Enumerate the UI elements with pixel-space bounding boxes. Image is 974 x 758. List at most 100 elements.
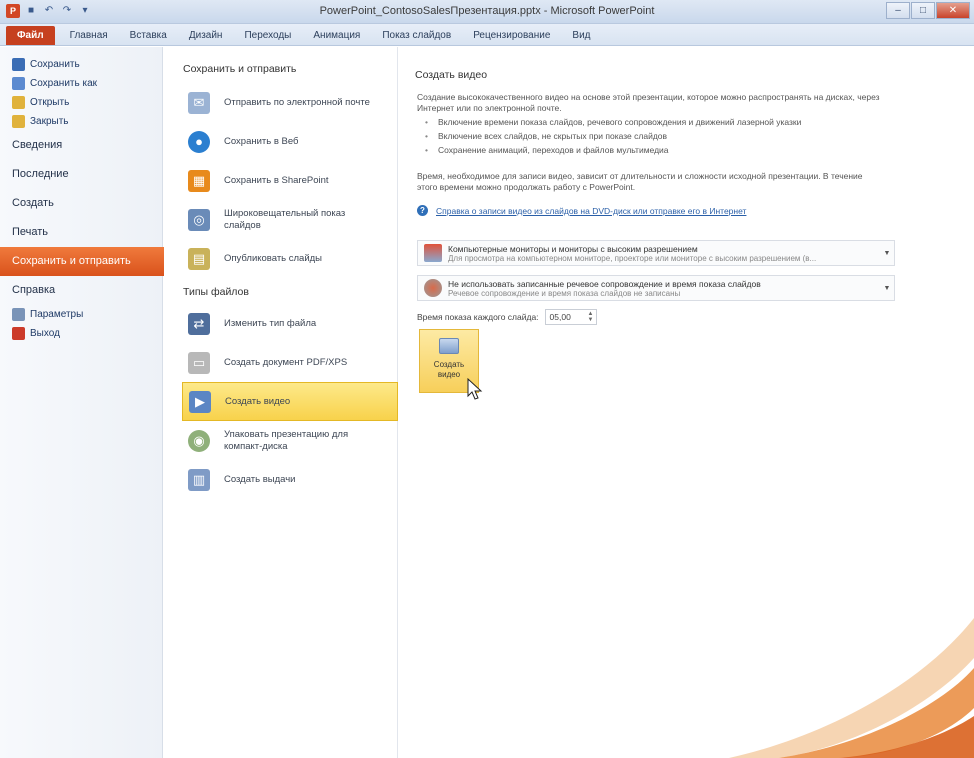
create-video-button-label: Создать видео: [433, 360, 465, 379]
help-link[interactable]: Справка о записи видео из слайдов на DVD…: [436, 206, 746, 216]
dropdown-subtitle: Речевое сопровождение и время показа сла…: [448, 288, 681, 298]
option-package-for-cd[interactable]: ◉ Упаковать презентацию для компакт-диск…: [182, 421, 398, 460]
email-icon: ✉: [188, 91, 210, 114]
pdf-xps-icon: ▭: [188, 351, 210, 374]
help-icon: ?: [417, 205, 428, 216]
slide-time-label: Время показа каждого слайда:: [417, 312, 539, 322]
nav-command-label: Выход: [30, 328, 60, 339]
title-bar: P ■ ↶ ↷ ▾ PowerPoint_ContosoSalesПрезент…: [0, 0, 974, 24]
feature-item: Включение всех слайдов, не скрытых при п…: [425, 129, 801, 143]
nav-tab-info[interactable]: Сведения: [0, 131, 162, 160]
recording-time-note: Время, необходимое для записи видео, зав…: [417, 171, 863, 192]
narration-dropdown[interactable]: Не использовать записанные речевое сопро…: [417, 275, 895, 301]
feature-item: Включение времени показа слайдов, речево…: [425, 115, 801, 129]
tab-transitions[interactable]: Переходы: [233, 26, 302, 45]
change-file-type-icon: ⇄: [188, 312, 210, 335]
chevron-down-icon: ▼: [883, 284, 891, 292]
narration-icon: [424, 279, 442, 297]
tab-review[interactable]: Рецензирование: [462, 26, 561, 45]
maximize-button[interactable]: □: [911, 2, 935, 19]
mouse-cursor-icon: [467, 378, 483, 400]
nav-exit-command[interactable]: Выход: [0, 324, 162, 343]
panel-description: Создание высококачественного видео на ос…: [417, 92, 880, 113]
option-label: Опубликовать слайды: [224, 252, 323, 264]
nav-close-command[interactable]: Закрыть: [0, 112, 162, 131]
option-label: Широковещательный показ слайдов: [224, 207, 346, 231]
nav-command-label: Сохранить как: [30, 78, 98, 89]
option-broadcast-slide-show[interactable]: ◎ Широковещательный показ слайдов: [182, 200, 398, 239]
tab-home[interactable]: Главная: [59, 26, 119, 45]
option-label: Изменить тип файла: [224, 317, 317, 329]
dropdown-text: Компьютерные мониторы и мониторы с высок…: [448, 244, 880, 263]
dropdown-text: Не использовать записанные речевое сопро…: [448, 279, 880, 298]
tab-animations[interactable]: Анимация: [302, 26, 371, 45]
nav-save-as-command[interactable]: Сохранить как: [0, 74, 162, 93]
minimize-button[interactable]: –: [886, 2, 910, 19]
window-title: PowerPoint_ContosoSalesПрезентация.pptx …: [319, 5, 655, 17]
nav-tab-recent[interactable]: Последние: [0, 160, 162, 189]
option-label: Создать документ PDF/XPS: [224, 356, 348, 368]
nav-command-label: Открыть: [30, 97, 70, 108]
nav-command-label: Параметры: [30, 309, 84, 320]
nav-tab-save-and-send[interactable]: Сохранить и отправить: [0, 247, 182, 276]
resolution-dropdown[interactable]: Компьютерные мониторы и мониторы с высок…: [417, 240, 895, 266]
tab-view[interactable]: Вид: [561, 26, 601, 45]
nav-options-command[interactable]: Параметры: [0, 305, 162, 324]
slide-time-spinner[interactable]: 05,00 ▲ ▼: [544, 309, 597, 325]
dropdown-subtitle: Для просмотра на компьютерном мониторе, …: [448, 253, 817, 263]
backstage-swoosh-decoration: [729, 618, 974, 758]
option-publish-slides[interactable]: ▤ Опубликовать слайды: [182, 239, 398, 278]
close-folder-icon: [12, 115, 25, 128]
web-globe-icon: ●: [188, 130, 210, 153]
option-label: Упаковать презентацию для компакт-диска: [224, 428, 349, 452]
slide-time-row: Время показа каждого слайда: 05,00 ▲ ▼: [417, 309, 597, 325]
option-save-to-sharepoint[interactable]: ▦ Сохранить в SharePoint: [182, 161, 398, 200]
publish-slides-icon: ▤: [188, 247, 210, 270]
section-heading-file-types: Типы файлов: [183, 286, 249, 298]
option-save-to-web[interactable]: ● Сохранить в Веб: [182, 122, 398, 161]
save-and-send-options: Сохранить и отправить ✉ Отправить по эле…: [164, 47, 398, 758]
nav-open-command[interactable]: Открыть: [0, 93, 162, 112]
panel-title: Создать видео: [415, 69, 488, 81]
nav-command-label: Сохранить: [30, 59, 80, 70]
sharepoint-icon: ▦: [188, 169, 210, 192]
nav-save-command[interactable]: Сохранить: [0, 55, 162, 74]
backstage-nav: Сохранить Сохранить как Открыть Закрыть …: [0, 47, 182, 758]
option-send-email[interactable]: ✉ Отправить по электронной почте: [182, 83, 398, 122]
save-icon: [12, 58, 25, 71]
nav-command-label: Закрыть: [30, 116, 69, 127]
broadcast-icon: ◎: [188, 208, 210, 231]
nav-tab-new[interactable]: Создать: [0, 189, 162, 218]
close-button[interactable]: ✕: [936, 2, 970, 19]
feature-item: Сохранение анимаций, переходов и файлов …: [425, 143, 801, 157]
chevron-down-icon: ▼: [883, 249, 891, 257]
option-label: Сохранить в Веб: [224, 135, 299, 147]
dropdown-title: Компьютерные мониторы и мониторы с высок…: [448, 243, 698, 254]
open-folder-icon: [12, 96, 25, 109]
tab-slide-show[interactable]: Показ слайдов: [371, 26, 462, 45]
tab-design[interactable]: Дизайн: [178, 26, 234, 45]
option-change-file-type[interactable]: ⇄ Изменить тип файла: [182, 304, 398, 343]
option-create-pdf-xps[interactable]: ▭ Создать документ PDF/XPS: [182, 343, 398, 382]
option-create-video[interactable]: ▶ Создать видео: [182, 382, 398, 421]
create-video-panel: Создать видео Создание высококачественно…: [399, 47, 974, 758]
option-label: Создать видео: [225, 395, 291, 407]
nav-tab-help[interactable]: Справка: [0, 276, 162, 305]
exit-icon: [12, 327, 25, 340]
section-heading-save-and-send: Сохранить и отправить: [183, 63, 297, 75]
monitor-icon: [424, 244, 442, 262]
ribbon-tabs: Файл Главная Вставка Дизайн Переходы Ани…: [0, 24, 974, 46]
option-create-handouts[interactable]: ▥ Создать выдачи: [182, 460, 398, 499]
feature-list: Включение времени показа слайдов, речево…: [425, 115, 801, 157]
option-label: Отправить по электронной почте: [224, 96, 370, 108]
dropdown-title: Не использовать записанные речевое сопро…: [448, 278, 761, 289]
help-link-row: ? Справка о записи видео из слайдов на D…: [417, 205, 746, 216]
spinner-arrows-icon[interactable]: ▲ ▼: [586, 311, 596, 323]
package-cd-icon: ◉: [188, 429, 210, 452]
nav-tab-print[interactable]: Печать: [0, 218, 162, 247]
slide-time-value[interactable]: 05,00: [550, 312, 586, 322]
tab-file[interactable]: Файл: [6, 26, 55, 45]
option-label: Создать выдачи: [224, 473, 296, 485]
option-label: Сохранить в SharePoint: [224, 174, 329, 186]
tab-insert[interactable]: Вставка: [119, 26, 178, 45]
